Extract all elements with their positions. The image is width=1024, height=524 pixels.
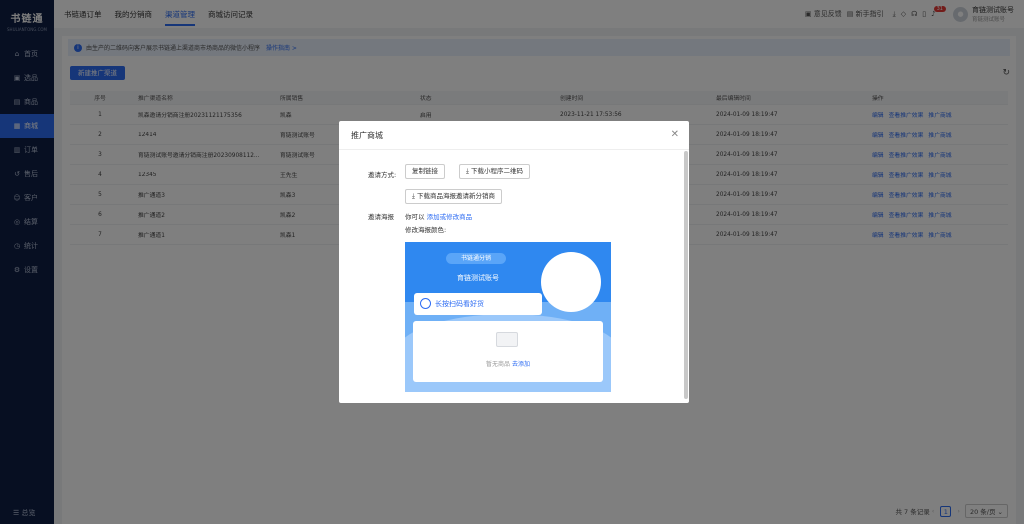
poster-preview: 书链通分销 育链测试账号 长按扫码看好货 暂无商品 去添加 [405,242,611,392]
copy-link-button[interactable]: 复制链接 [405,164,445,179]
poster-scan-text: 长按扫码看好货 [435,300,484,308]
empty-text: 暂无商品 [486,361,511,368]
download-poster-button[interactable]: ⤓ 下载商品海报邀请新分销商 [405,189,502,204]
promote-mall-modal: 推广商城 ✕ 邀请方式: 复制链接 ⤓ 下载小程序二维码 ⤓ 下载商品海报邀请新… [339,121,689,403]
close-icon[interactable]: ✕ [671,129,679,140]
color-label: 修改海报颜色: [405,226,447,234]
invite-label: 邀请方式: [368,171,397,179]
modal-title: 推广商城 [351,130,383,140]
poster-name: 育链测试账号 [457,274,499,282]
download-qr-label: 下载小程序二维码 [470,167,523,175]
edit-goods-link[interactable]: 添加或修改商品 [427,213,473,221]
poster-pill: 书链通分销 [446,253,506,264]
modal-header: 推广商城 [339,121,689,150]
fingerprint-icon [420,298,431,309]
empty-state: 暂无商品 去添加 [413,359,603,368]
download-poster-label: 下载商品海报邀请新分销商 [416,192,495,200]
poster-label: 邀请海报 [368,213,394,221]
download-qr-button[interactable]: ⤓ 下载小程序二维码 [459,164,530,179]
poster-goods-card: 暂无商品 去添加 [413,321,603,382]
hint-text: 你可以 [405,213,425,221]
poster-scan-bar: 长按扫码看好货 [414,293,542,315]
empty-box-icon [496,332,518,347]
poster-qr-circle [541,252,601,312]
poster-hint: 你可以 添加或修改商品 [405,211,472,221]
add-goods-link[interactable]: 去添加 [512,361,530,368]
modal-body: 邀请方式: 复制链接 ⤓ 下载小程序二维码 ⤓ 下载商品海报邀请新分销商 邀请海… [339,151,689,403]
